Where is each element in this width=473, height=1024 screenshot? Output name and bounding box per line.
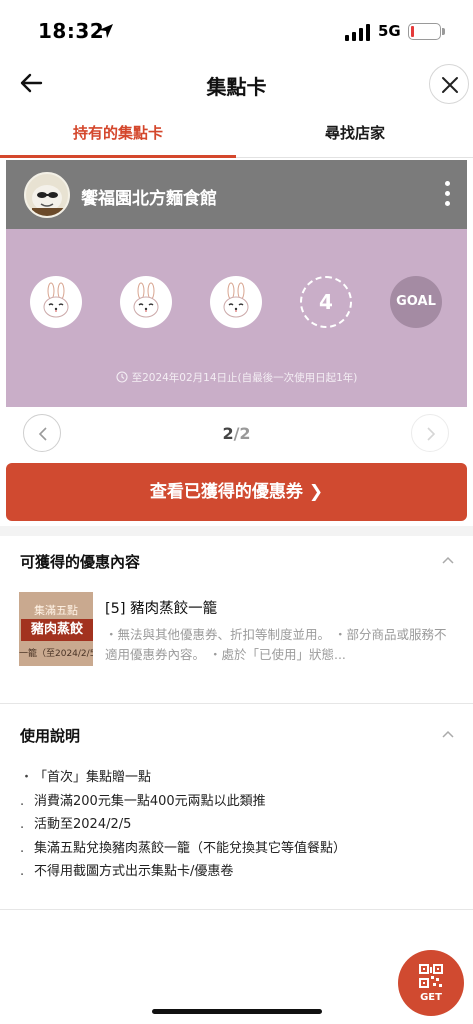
coupon-image: 集滿五點 豬肉蒸餃 一籠（至2024/2/5 (19, 592, 93, 666)
page-current: 2 (222, 424, 234, 443)
tab-owned-cards[interactable]: 持有的集點卡 (0, 112, 236, 158)
store-logo (24, 172, 70, 218)
divider (0, 909, 473, 910)
section-gap (0, 526, 473, 536)
get-label: GET (420, 992, 442, 1003)
stamp-card[interactable]: 饗福園北方麵食館 4 GOAL 至2024年02月14日止(自最後一次使用日起1… (6, 160, 467, 407)
list-item: ・「首次」集點贈一點 (20, 770, 152, 785)
list-item: . 不得用截圖方式出示集點卡/優惠卷 (20, 864, 234, 879)
home-indicator (152, 1009, 322, 1014)
card-body: 4 GOAL 至2024年02月14日止(自最後一次使用日起1年) (6, 229, 467, 407)
list-item: . 集滿五點兌換豬肉蒸餃一籠（不能兌換其它等值餐點） (20, 840, 347, 856)
card-header: 饗福園北方麵食館 (6, 160, 467, 229)
stamp-goal: GOAL (390, 276, 442, 328)
card-pager: 2/2 (0, 412, 473, 456)
view-coupons-button[interactable]: 查看已獲得的優惠券 ❯ (6, 463, 467, 521)
page-total: 2 (239, 424, 251, 443)
nav-bar: 集點卡 (0, 58, 473, 110)
get-qr-button[interactable]: GET (398, 950, 464, 1016)
store-logo-icon (32, 185, 64, 216)
tab-bar: 持有的集點卡 尋找店家 (0, 112, 473, 158)
stamp-collected (30, 276, 82, 328)
bunny-stamp-icon (223, 282, 249, 318)
divider (0, 703, 473, 704)
clock-icon (116, 371, 128, 383)
chevron-up-icon[interactable] (441, 555, 455, 565)
coupon-image-main: 豬肉蒸餃 (21, 619, 93, 641)
benefits-title: 可獲得的優惠內容 (20, 553, 141, 571)
store-name: 饗福園北方麵食館 (81, 189, 217, 209)
chevron-right-icon (427, 427, 436, 441)
bunny-stamp-icon (133, 282, 159, 318)
stamp-next: 4 (300, 276, 352, 328)
close-button[interactable] (429, 64, 469, 104)
list-item: . 活動至2024/2/5 (20, 817, 132, 832)
chevron-up-icon[interactable] (441, 729, 455, 739)
status-time: 18:32 (38, 19, 105, 43)
list-item: . 消費滿200元集一點400元兩點以此類推 (20, 793, 266, 809)
bunny-stamp-icon (43, 282, 69, 318)
signal-icon (345, 23, 371, 41)
stamp-collected (210, 276, 262, 328)
next-card-button[interactable] (411, 414, 449, 452)
coupon-image-top: 集滿五點 (34, 604, 78, 617)
qr-code-icon (419, 964, 443, 988)
location-arrow-icon (99, 24, 113, 38)
instructions-title: 使用說明 (20, 727, 81, 745)
battery-icon (408, 23, 441, 40)
page-title: 集點卡 (206, 75, 267, 99)
coupon-title[interactable]: [5] 豬肉蒸餃一籠 (105, 597, 217, 618)
instructions-list: ・「首次」集點贈一點 . 消費滿200元集一點400元兩點以此類推 . 活動至202… (20, 769, 460, 887)
page-indicator: 2/2 (0, 424, 473, 443)
stamp-collected (120, 276, 172, 328)
coupon-image-bottom: 一籠（至2024/2/5 (19, 649, 93, 659)
tab-find-stores[interactable]: 尋找店家 (237, 112, 473, 158)
close-icon (442, 77, 458, 93)
validity-text: 至2024年02月14日止(自最後一次使用日起1年) (6, 370, 467, 385)
status-bar: 18:32 5G (0, 0, 473, 58)
more-options-icon[interactable] (442, 180, 452, 208)
network-type: 5G (378, 22, 401, 40)
validity-label: 至2024年02月14日止(自最後一次使用日起1年) (131, 372, 358, 384)
coupon-description: ・無法與其他優惠券、折扣等制度並用。 ・部分商品或服務不適用優惠券內容。 ・處於… (105, 627, 447, 662)
